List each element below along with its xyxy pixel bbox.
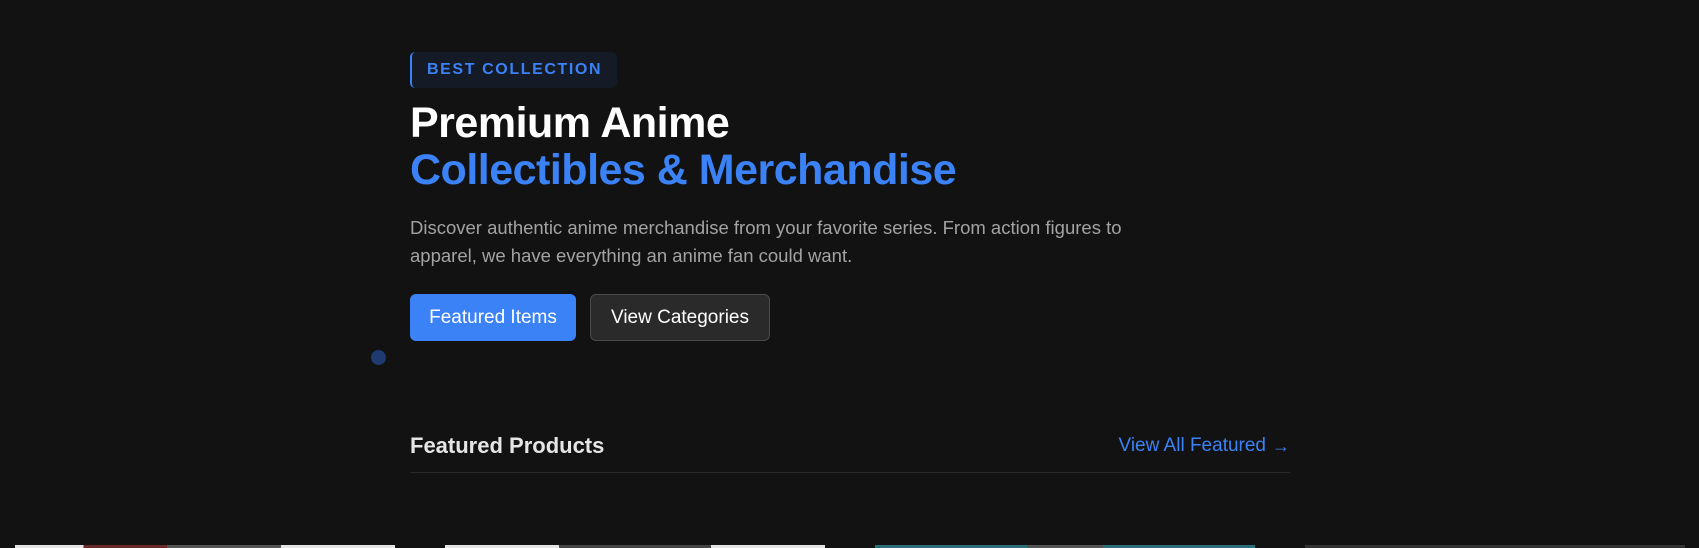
view-all-label: View All Featured [1118,435,1266,456]
hero-description: Discover authentic anime merchandise fro… [410,217,1122,266]
collection-badge: BEST COLLECTION [410,52,618,88]
view-all-featured-link[interactable]: View All Featured → [1118,428,1290,464]
page: BEST COLLECTION Premium Anime Collectibl… [0,0,1699,548]
hero-title-line1: Premium Anime [410,99,730,147]
carousel-indicator-dot[interactable] [371,350,386,365]
featured-items-button[interactable]: Featured Items [410,294,576,341]
hero-actions: Featured Items View Categories [410,294,1310,341]
hero-title-line2: Collectibles & Merchandise [410,146,957,194]
view-categories-button[interactable]: View Categories [590,294,770,341]
featured-products-header: Featured Products View All Featured → [410,428,1290,473]
section-title: Featured Products [410,433,605,458]
arrow-right-icon: → [1272,436,1290,456]
hero-section: BEST COLLECTION Premium Anime Collectibl… [410,52,1310,341]
